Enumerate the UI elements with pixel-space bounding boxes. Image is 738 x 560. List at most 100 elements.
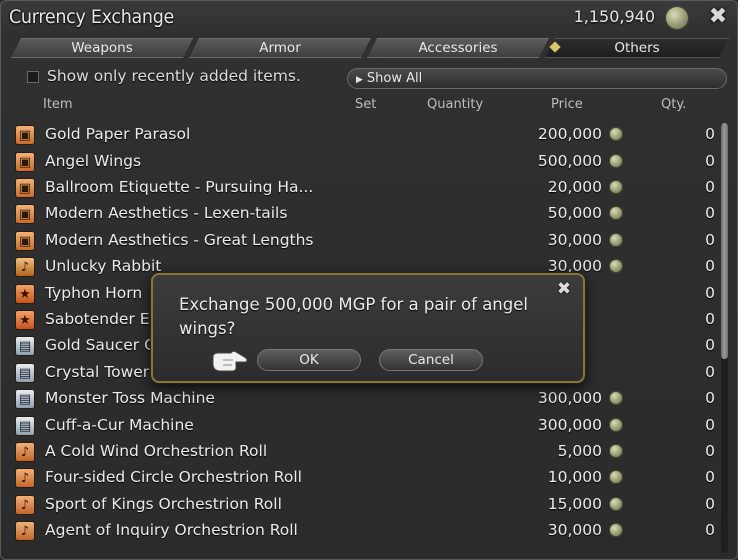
mgp-coin-icon [609,127,623,141]
list-scrollbar[interactable] [721,123,728,553]
item-price: 500,000 [537,152,602,170]
mgp-coin-icon [609,418,623,432]
item-name: Crystal Tower [45,363,150,381]
ok-button[interactable]: OK [257,349,361,371]
list-item[interactable]: ▤ Cuff-a-Cur Machine 300,000 0 [13,413,719,439]
item-name: Modern Aesthetics - Great Lengths [45,231,314,249]
list-item[interactable]: ▣ Ballroom Etiquette - Pursuing Ha... 20… [13,175,719,201]
item-name: Sport of Kings Orchestrion Roll [45,495,282,513]
chest-icon: ▣ [15,152,35,172]
tab-others[interactable]: Others [545,38,729,58]
currency-exchange-window: Currency Exchange 1,150,940 ✖ Weapons Ar… [0,0,738,560]
star-icon: ★ [15,284,35,304]
item-name: Agent of Inquiry Orchestrion Roll [45,521,298,539]
chest-icon: ▣ [15,231,35,251]
item-price: 300,000 [537,416,602,434]
recent-items-checkbox-label: Show only recently added items. [47,67,301,85]
item-name: Unlucky Rabbit [45,257,162,275]
item-qty: 0 [705,125,715,143]
item-qty: 0 [705,284,715,302]
recent-items-checkbox[interactable] [27,71,39,83]
tab-armor[interactable]: Armor [189,38,371,58]
item-price: 5,000 [557,442,602,460]
list-item[interactable]: ▣ Modern Aesthetics - Lexen-tails 50,000… [13,201,719,227]
mgp-coin-icon [609,497,623,511]
horn-icon: ♪ [15,257,35,277]
mgp-coin-icon [609,391,623,405]
item-price: 50,000 [547,204,602,222]
item-name: Gold Saucer C [45,336,155,354]
tab-accessories[interactable]: Accessories [367,38,549,58]
item-price: 10,000 [547,468,602,486]
dialog-message: Exchange 500,000 MGP for a pair of angel… [179,295,528,338]
mgp-coin-icon [609,154,623,168]
item-qty: 0 [705,416,715,434]
item-qty: 0 [705,152,715,170]
column-header-qty: Qty. [661,97,687,112]
machine-icon: ▤ [15,416,35,436]
title-bar: Currency Exchange 1,150,940 ✖ [1,1,737,37]
machine-icon: ▤ [15,336,35,356]
currency-amount: 1,150,940 [573,7,655,26]
filter-row: Show only recently added items. ▶ Show Al… [25,67,727,89]
window-title: Currency Exchange [9,6,175,28]
music-note-icon: ♪ [15,495,35,515]
mgp-coin-icon [609,206,623,220]
column-header-item: Item [43,97,73,112]
list-item[interactable]: ♪ Agent of Inquiry Orchestrion Roll 30,0… [13,518,719,544]
item-qty: 0 [705,178,715,196]
item-name: Sabotender E [45,310,150,328]
item-price: 30,000 [547,521,602,539]
item-name: Angel Wings [45,152,142,170]
item-qty: 0 [705,363,715,381]
list-item[interactable]: ▣ Angel Wings 500,000 0 [13,149,719,175]
item-qty: 0 [705,495,715,513]
filter-dropdown[interactable]: ▶ Show All [347,68,727,89]
list-item[interactable]: ▣ Gold Paper Parasol 200,000 0 [13,122,719,148]
cancel-button[interactable]: Cancel [379,349,483,371]
item-price: 30,000 [547,231,602,249]
music-note-icon: ♪ [15,442,35,462]
item-name: Gold Paper Parasol [45,125,191,143]
item-qty: 0 [705,389,715,407]
tab-weapons[interactable]: Weapons [11,38,193,58]
item-name: Typhon Horn [45,284,143,302]
item-qty: 0 [705,336,715,354]
scrollbar-thumb[interactable] [721,123,728,359]
item-name: Cuff-a-Cur Machine [45,416,194,434]
triangle-right-icon: ▶ [356,75,363,85]
confirm-dialog: ✖ Exchange 500,000 MGP for a pair of ang… [151,273,585,383]
star-icon: ★ [15,310,35,330]
item-price: 300,000 [537,389,602,407]
mgp-coin-icon [609,259,623,273]
chest-icon: ▣ [15,178,35,198]
column-header-set: Set [355,97,377,112]
machine-icon: ▤ [15,363,35,383]
filter-dropdown-value: Show All [366,71,423,86]
list-item[interactable]: ♪ Four-sided Circle Orchestrion Roll 10,… [13,465,719,491]
music-note-icon: ♪ [15,468,35,488]
mgp-coin-icon [609,233,623,247]
close-x-icon[interactable]: ✖ [705,4,731,30]
mgp-coin-icon [609,470,623,484]
item-qty: 0 [705,468,715,486]
mgp-coin-icon [665,6,689,30]
list-item[interactable]: ▣ Modern Aesthetics - Great Lengths 30,0… [13,228,719,254]
list-item[interactable]: ♪ A Cold Wind Orchestrion Roll 5,000 0 [13,439,719,465]
column-header-quantity: Quantity [427,97,484,112]
chest-icon: ▣ [15,204,35,224]
close-x-icon[interactable]: ✖ [553,278,575,300]
mgp-coin-icon [609,180,623,194]
list-item[interactable]: ♪ Sport of Kings Orchestrion Roll 15,000… [13,492,719,518]
item-price: 20,000 [547,178,602,196]
hand-pointer-icon [212,350,248,372]
item-name: A Cold Wind Orchestrion Roll [45,442,268,460]
item-qty: 0 [705,310,715,328]
list-item[interactable]: ▤ Monster Toss Machine 300,000 0 [13,386,719,412]
item-price: 200,000 [537,125,602,143]
machine-icon: ▤ [15,389,35,409]
mgp-coin-icon [609,523,623,537]
column-header-price: Price [551,97,583,112]
item-qty: 0 [705,204,715,222]
item-qty: 0 [705,257,715,275]
